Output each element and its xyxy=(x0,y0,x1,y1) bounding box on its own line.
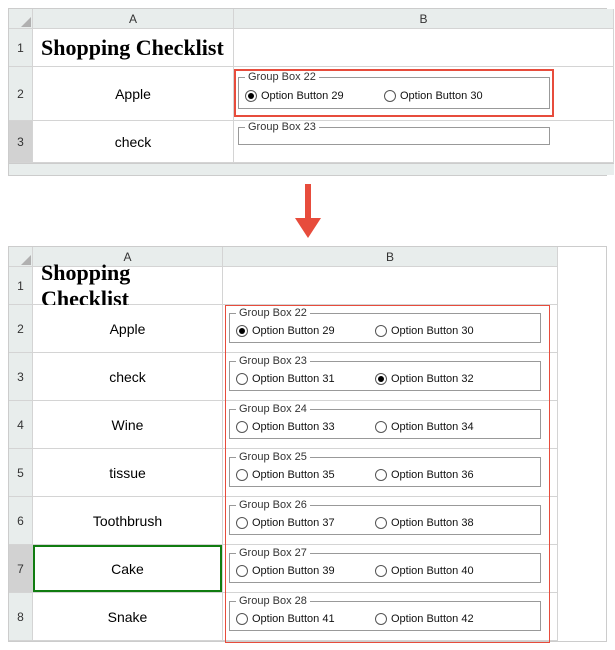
cell-b1[interactable] xyxy=(223,267,558,305)
cell-b2[interactable]: Group Box 22 Option Button 29 Option But… xyxy=(234,67,614,121)
cell-a7-active[interactable]: Cake xyxy=(33,545,223,593)
row-header-8[interactable]: 8 xyxy=(9,593,33,641)
row-header-3[interactable]: 3 xyxy=(9,121,33,163)
row-header-1[interactable]: 1 xyxy=(9,267,33,305)
arrow-down xyxy=(8,176,607,246)
cell-b3[interactable]: Group Box 23 xyxy=(234,121,614,163)
cell-a2[interactable]: Apple xyxy=(33,67,234,121)
col-header-b[interactable]: B xyxy=(234,9,614,29)
cell-b1[interactable] xyxy=(234,29,614,67)
title-cell[interactable]: Shopping Checklist xyxy=(33,267,223,305)
radio-label: Option Button 30 xyxy=(400,90,483,102)
row-header-2[interactable]: 2 xyxy=(9,305,33,353)
title-cell[interactable]: Shopping Checklist xyxy=(33,29,234,67)
group-box-legend: Group Box 23 xyxy=(245,121,319,133)
group-box-23: Group Box 23 xyxy=(238,121,550,145)
cell-a6[interactable]: Toothbrush xyxy=(33,497,223,545)
radio-label: Option Button 29 xyxy=(261,90,344,102)
cell-a3[interactable]: check xyxy=(33,121,234,163)
option-button-30[interactable]: Option Button 30 xyxy=(384,90,499,102)
radio-icon xyxy=(384,90,396,102)
cell-a4[interactable]: Wine xyxy=(33,401,223,449)
arrow-down-icon xyxy=(295,184,321,238)
col-header-b[interactable]: B xyxy=(223,247,558,267)
col-header-a[interactable]: A xyxy=(33,9,234,29)
spreadsheet-top: A B 1 Shopping Checklist 2 Apple Group B… xyxy=(8,8,607,176)
row-header-2[interactable]: 2 xyxy=(9,67,33,121)
select-all-corner[interactable] xyxy=(9,247,33,267)
scrollbar-area[interactable] xyxy=(9,163,614,175)
row-header-5[interactable]: 5 xyxy=(9,449,33,497)
group-box-22: Group Box 22 Option Button 29 Option But… xyxy=(238,71,550,109)
row-header-6[interactable]: 6 xyxy=(9,497,33,545)
row-header-1[interactable]: 1 xyxy=(9,29,33,67)
selection-outline-bottom xyxy=(225,305,550,643)
spreadsheet-bottom: A B 1 Shopping Checklist 2 Apple Group B… xyxy=(8,246,607,642)
row-header-7[interactable]: 7 xyxy=(9,545,33,593)
radio-icon xyxy=(245,90,257,102)
row-header-3[interactable]: 3 xyxy=(9,353,33,401)
row-header-4[interactable]: 4 xyxy=(9,401,33,449)
cell-a8[interactable]: Snake xyxy=(33,593,223,641)
cell-a5[interactable]: tissue xyxy=(33,449,223,497)
select-all-corner[interactable] xyxy=(9,9,33,29)
group-box-legend: Group Box 22 xyxy=(245,71,319,83)
option-button-29[interactable]: Option Button 29 xyxy=(245,90,360,102)
cell-a2[interactable]: Apple xyxy=(33,305,223,353)
cell-a3[interactable]: check xyxy=(33,353,223,401)
